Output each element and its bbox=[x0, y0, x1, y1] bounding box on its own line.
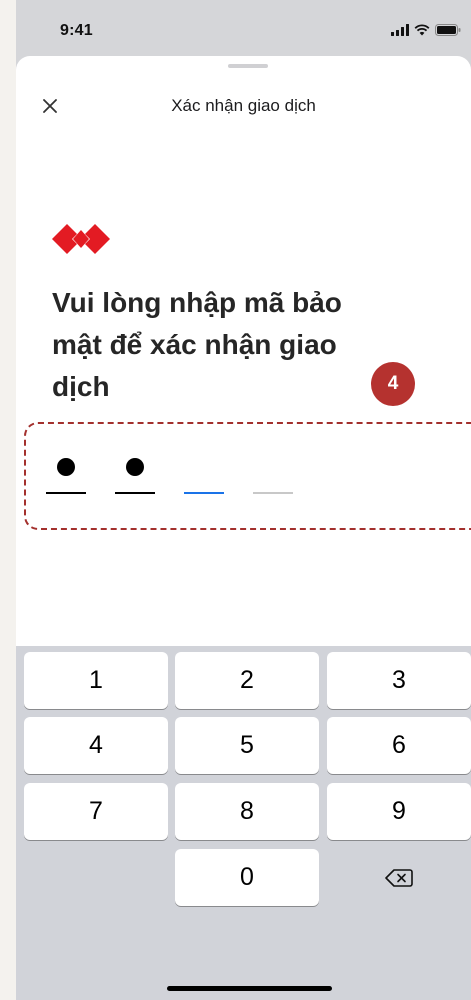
key-blank bbox=[24, 849, 168, 906]
key-label: 2 bbox=[240, 666, 254, 694]
status-time: 9:41 bbox=[60, 22, 93, 39]
pin-underline bbox=[46, 492, 86, 494]
status-bar: 9:41 bbox=[16, 0, 471, 56]
key-label: 9 bbox=[392, 797, 406, 825]
key-label: 0 bbox=[240, 863, 254, 891]
pin-instruction-heading: Vui lòng nhập mã bảo mật để xác nhận gia… bbox=[52, 287, 342, 402]
pin-slot-1[interactable] bbox=[46, 424, 86, 504]
pin-entry-highlight bbox=[24, 422, 471, 530]
key-6[interactable]: 6 bbox=[327, 717, 471, 774]
key-9[interactable]: 9 bbox=[327, 783, 471, 840]
confirmation-sheet: Xác nhận giao dịch Vui lòng nhập mã bảo … bbox=[16, 56, 471, 646]
pin-slot-3[interactable] bbox=[184, 424, 224, 504]
key-1[interactable]: 1 bbox=[24, 652, 168, 709]
key-2[interactable]: 2 bbox=[175, 652, 319, 709]
home-indicator[interactable] bbox=[167, 986, 332, 991]
key-8[interactable]: 8 bbox=[175, 783, 319, 840]
pin-slot-2[interactable] bbox=[115, 424, 155, 504]
key-label: 6 bbox=[392, 731, 406, 759]
pin-underline-active bbox=[184, 492, 224, 494]
battery-icon bbox=[435, 24, 461, 36]
phone-screen: 9:41 Xác nhận giao dịch Vui lòng nhập mã… bbox=[16, 0, 471, 1000]
wifi-icon bbox=[414, 24, 430, 36]
key-3[interactable]: 3 bbox=[327, 652, 471, 709]
key-label: 8 bbox=[240, 797, 254, 825]
key-0[interactable]: 0 bbox=[175, 849, 319, 906]
backspace-key[interactable] bbox=[327, 849, 471, 906]
key-7[interactable]: 7 bbox=[24, 783, 168, 840]
sheet-grabber[interactable] bbox=[228, 64, 268, 68]
backspace-icon bbox=[385, 868, 413, 887]
key-label: 1 bbox=[89, 666, 103, 694]
key-5[interactable]: 5 bbox=[175, 717, 319, 774]
pin-slot-4[interactable] bbox=[253, 424, 293, 504]
pin-dot bbox=[126, 458, 144, 476]
key-label: 3 bbox=[392, 666, 406, 694]
pin-dot bbox=[57, 458, 75, 476]
key-4[interactable]: 4 bbox=[24, 717, 168, 774]
key-label: 5 bbox=[240, 731, 254, 759]
sheet-title: Xác nhận giao dịch bbox=[171, 96, 316, 115]
key-label: 4 bbox=[89, 731, 103, 759]
signal-icon bbox=[391, 24, 409, 36]
numeric-keypad: 1 2 3 4 5 6 7 8 9 0 bbox=[16, 646, 471, 1000]
key-label: 7 bbox=[89, 797, 103, 825]
diamond-logo-icon bbox=[52, 224, 110, 254]
status-icons bbox=[391, 24, 461, 36]
pin-underline bbox=[253, 492, 293, 494]
pin-underline bbox=[115, 492, 155, 494]
step-badge: 4 bbox=[371, 362, 415, 406]
